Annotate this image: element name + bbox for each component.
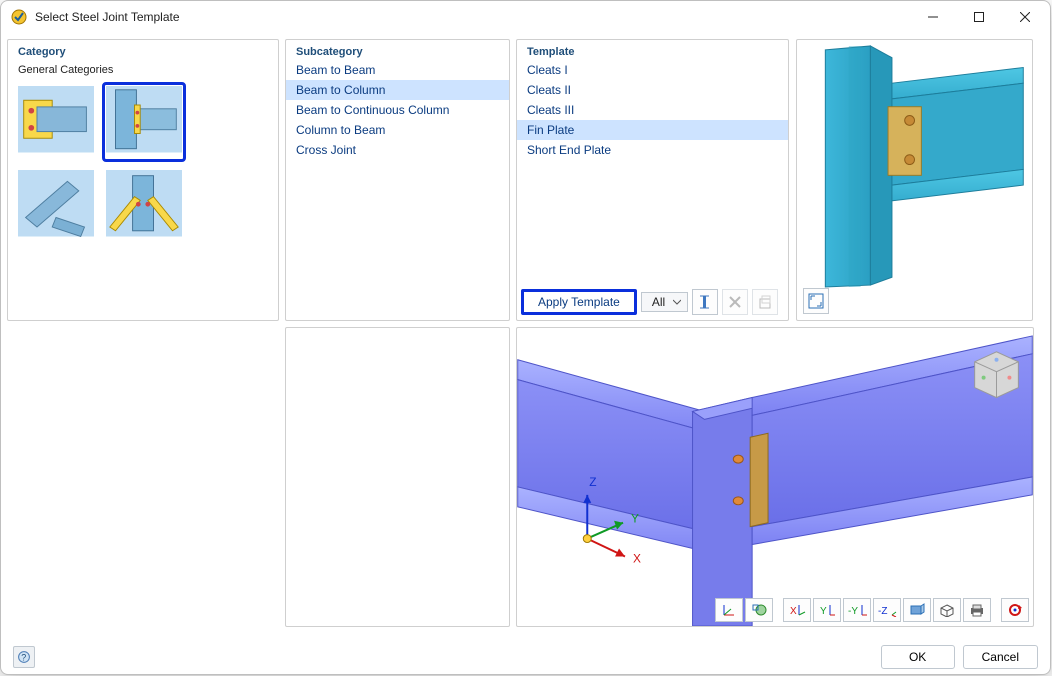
view-x-button[interactable]: X bbox=[783, 598, 811, 622]
axis-z-label: Z bbox=[589, 475, 596, 489]
category-thumb-diagonal[interactable] bbox=[14, 166, 98, 246]
category-subheader: General Categories bbox=[8, 60, 278, 80]
viewport-toolbar: X Y -Y -Z bbox=[715, 598, 1029, 622]
view-y-button[interactable]: Y bbox=[813, 598, 841, 622]
preview-panel bbox=[796, 39, 1033, 321]
svg-text:Y: Y bbox=[820, 606, 827, 617]
chevron-down-icon bbox=[673, 298, 681, 306]
minimize-button[interactable] bbox=[910, 1, 956, 33]
subcategory-panel: Subcategory Beam to Beam Beam to Column … bbox=[285, 39, 510, 321]
reset-view-button[interactable] bbox=[1001, 598, 1029, 622]
apply-template-button[interactable]: Apply Template bbox=[521, 289, 637, 315]
dialog-window: Select Steel Joint Template 1 2 3 4 Cate… bbox=[0, 0, 1051, 675]
subcategory-item[interactable]: Beam to Continuous Column bbox=[286, 100, 509, 120]
category-panel: Category General Categories bbox=[7, 39, 279, 321]
category-thumb-beam-splice[interactable] bbox=[14, 82, 98, 162]
title-bar: Select Steel Joint Template bbox=[1, 1, 1050, 33]
filter-dropdown[interactable]: All bbox=[641, 292, 688, 312]
view-neg-z-button[interactable]: -Z bbox=[873, 598, 901, 622]
filter-label: All bbox=[652, 295, 665, 309]
view-neg-y-button[interactable]: -Y bbox=[843, 598, 871, 622]
category-thumb-beam-column[interactable] bbox=[102, 82, 186, 162]
category-header: Category bbox=[8, 40, 278, 60]
template-item[interactable]: Short End Plate bbox=[517, 140, 788, 160]
subcategory-item[interactable]: Beam to Beam bbox=[286, 60, 509, 80]
help-button[interactable]: ? bbox=[13, 646, 35, 668]
zoom-extents-button[interactable] bbox=[745, 598, 773, 622]
svg-text:?: ? bbox=[21, 653, 26, 663]
axis-y-label: Y bbox=[631, 512, 639, 526]
template-item[interactable]: Cleats III bbox=[517, 100, 788, 120]
svg-text:-Y: -Y bbox=[848, 606, 858, 617]
preview-render bbox=[801, 44, 1028, 289]
delete-button[interactable] bbox=[722, 289, 748, 315]
ok-button[interactable]: OK bbox=[881, 645, 955, 669]
close-button[interactable] bbox=[1002, 1, 1048, 33]
display-mode-button[interactable] bbox=[903, 598, 931, 622]
template-header: Template bbox=[517, 40, 788, 60]
cancel-button[interactable]: Cancel bbox=[963, 645, 1038, 669]
iso-view-button[interactable] bbox=[933, 598, 961, 622]
details-panel bbox=[285, 327, 510, 627]
window-title: Select Steel Joint Template bbox=[35, 10, 180, 24]
template-panel: Template Cleats I Cleats II Cleats III F… bbox=[516, 39, 789, 321]
print-button[interactable] bbox=[963, 598, 991, 622]
ucs-button[interactable] bbox=[715, 598, 743, 622]
zoom-extents-button[interactable] bbox=[803, 288, 829, 314]
dialog-footer: ? OK Cancel bbox=[1, 640, 1050, 674]
category-thumb-bracing[interactable] bbox=[102, 166, 186, 246]
subcategory-item[interactable]: Beam to Column bbox=[286, 80, 509, 100]
subcategory-header: Subcategory bbox=[286, 40, 509, 60]
svg-text:X: X bbox=[790, 606, 797, 617]
svg-text:-Z: -Z bbox=[878, 606, 887, 617]
category-thumbs bbox=[8, 80, 278, 248]
maximize-button[interactable] bbox=[956, 1, 1002, 33]
app-icon bbox=[11, 9, 27, 25]
template-item[interactable]: Fin Plate bbox=[517, 120, 788, 140]
template-item[interactable]: Cleats I bbox=[517, 60, 788, 80]
model-viewport[interactable]: Z Y X X Y -Y -Z bbox=[516, 327, 1034, 627]
new-button[interactable] bbox=[752, 289, 778, 315]
rename-button[interactable] bbox=[692, 289, 718, 315]
axis-x-label: X bbox=[633, 551, 641, 565]
subcategory-item[interactable]: Column to Beam bbox=[286, 120, 509, 140]
template-item[interactable]: Cleats II bbox=[517, 80, 788, 100]
subcategory-item[interactable]: Cross Joint bbox=[286, 140, 509, 160]
